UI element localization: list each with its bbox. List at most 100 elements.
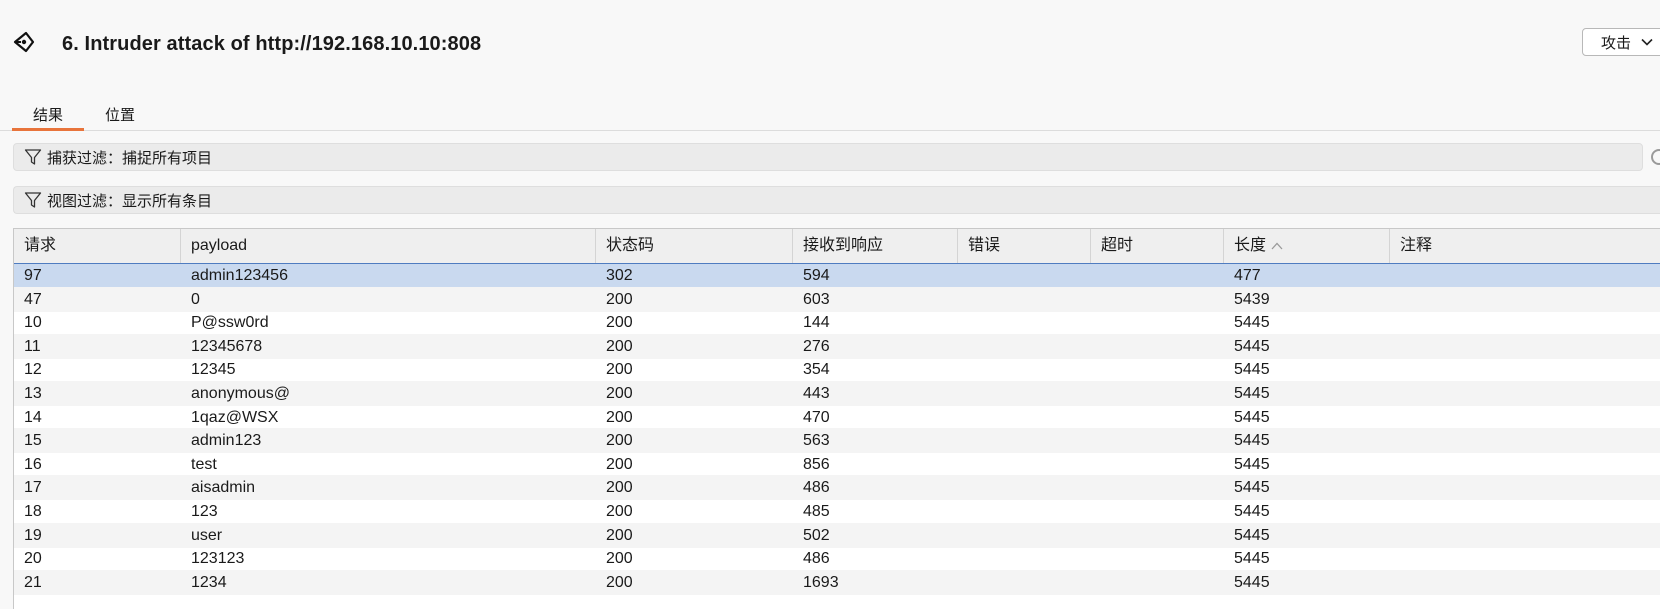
cell-response-received: 563 xyxy=(803,432,830,450)
cell-request-id: 19 xyxy=(24,526,42,544)
chevron-down-icon xyxy=(1641,38,1653,46)
table-row[interactable]: 13 anonymous@ 200 443 5445 xyxy=(14,381,1660,406)
cell-payload: 123123 xyxy=(191,550,245,568)
cell-payload: aisadmin xyxy=(191,479,256,497)
cell-request-id: 12 xyxy=(24,361,42,379)
cell-payload: 123 xyxy=(191,503,218,520)
table-row[interactable]: 18 123 200 485 5445 xyxy=(14,499,1660,524)
cell-response-received: 485 xyxy=(803,503,830,520)
cell-payload: 1234 xyxy=(191,573,227,591)
cell-payload: user xyxy=(191,526,223,544)
cell-request-id: 11 xyxy=(24,337,41,355)
cell-length: 5445 xyxy=(1234,337,1270,355)
cell-request-id: 10 xyxy=(24,314,42,332)
cell-payload: 0 xyxy=(191,290,200,308)
column-header-response-received[interactable]: 接收到响应 xyxy=(793,229,958,263)
cell-response-received: 354 xyxy=(803,361,830,379)
cell-request-id: 17 xyxy=(24,479,42,497)
cell-length: 477 xyxy=(1234,267,1261,284)
cell-request-id: 16 xyxy=(24,455,42,473)
cell-status-code: 200 xyxy=(606,290,633,308)
cell-length: 5445 xyxy=(1234,455,1270,473)
cell-response-received: 486 xyxy=(803,479,830,497)
cell-response-received: 144 xyxy=(803,314,830,332)
column-header-error[interactable]: 错误 xyxy=(958,229,1091,263)
cell-payload: admin123 xyxy=(191,432,262,450)
cell-response-received: 470 xyxy=(803,408,830,426)
cell-status-code: 200 xyxy=(606,385,633,402)
column-header-payload[interactable]: payload xyxy=(181,229,596,263)
cell-payload: 12345 xyxy=(191,361,236,379)
view-filter-bar[interactable]: 视图过滤：显示所有条目 xyxy=(13,186,1660,214)
cell-status-code: 200 xyxy=(606,408,633,426)
tab-bar: 结果 位置 xyxy=(0,96,1660,131)
column-header-length-label: 长度 xyxy=(1234,237,1267,254)
table-row[interactable]: 20 123123 200 486 5445 xyxy=(14,546,1660,571)
intruder-app-icon xyxy=(13,31,35,53)
cell-response-received: 1693 xyxy=(803,573,839,591)
cell-length: 5445 xyxy=(1234,573,1270,591)
column-header-timeout[interactable]: 超时 xyxy=(1091,229,1224,263)
table-row[interactable]: 10 P@ssw0rd 200 144 5445 xyxy=(14,310,1660,335)
tab-results[interactable]: 结果 xyxy=(12,104,84,131)
cell-request-id: 20 xyxy=(24,550,42,568)
column-header-request[interactable]: 请求 xyxy=(14,229,181,263)
cell-payload: 1qaz@WSX xyxy=(191,408,279,426)
cell-length: 5439 xyxy=(1234,290,1270,308)
table-row[interactable]: 11 12345678 200 276 5445 xyxy=(14,333,1660,359)
page-title: 6. Intruder attack of http://192.168.10.… xyxy=(62,33,482,55)
table-row[interactable]: 12 12345 200 354 5445 xyxy=(14,357,1660,382)
cell-length: 5445 xyxy=(1234,503,1270,520)
title-bar: 6. Intruder attack of http://192.168.10.… xyxy=(0,0,1660,90)
attack-menu-button[interactable]: 攻击 xyxy=(1582,28,1660,56)
table-row[interactable]: 21 1234 200 1693 5445 xyxy=(14,569,1660,595)
tab-positions[interactable]: 位置 xyxy=(100,104,140,128)
cell-length: 5445 xyxy=(1234,526,1270,544)
cell-response-received: 502 xyxy=(803,526,830,544)
cell-payload: P@ssw0rd xyxy=(191,314,269,332)
table-row[interactable]: 15 admin123 200 563 5445 xyxy=(14,428,1660,454)
cell-request-id: 18 xyxy=(24,503,42,520)
results-table: 请求 payload 状态码 接收到响应 错误 超时 长度 注释 97 admin… xyxy=(13,228,1660,609)
cell-status-code: 200 xyxy=(606,361,633,379)
table-row[interactable]: 17 aisadmin 200 486 5445 xyxy=(14,475,1660,501)
filter-funnel-icon xyxy=(24,192,42,208)
cell-response-received: 856 xyxy=(803,455,830,473)
cell-status-code: 200 xyxy=(606,479,633,497)
cell-length: 5445 xyxy=(1234,385,1270,402)
table-row[interactable]: 47 0 200 603 5439 xyxy=(14,286,1660,312)
cell-status-code: 200 xyxy=(606,432,633,450)
cell-length: 5445 xyxy=(1234,361,1270,379)
capture-filter-bar[interactable]: 捕获过滤：捕捉所有项目 xyxy=(13,143,1643,171)
cell-request-id: 47 xyxy=(24,290,42,308)
cell-status-code: 200 xyxy=(606,573,633,591)
cell-response-received: 603 xyxy=(803,290,830,308)
cell-response-received: 594 xyxy=(803,267,830,284)
table-row[interactable]: 16 test 200 856 5445 xyxy=(14,452,1660,477)
column-header-comment[interactable]: 注释 xyxy=(1390,229,1660,263)
cell-request-id: 97 xyxy=(24,267,42,284)
table-row[interactable]: 19 user 200 502 5445 xyxy=(14,522,1660,548)
cell-status-code: 302 xyxy=(606,267,633,284)
cell-payload: anonymous@ xyxy=(191,385,290,402)
column-header-length[interactable]: 长度 xyxy=(1224,229,1390,263)
cell-length: 5445 xyxy=(1234,550,1270,568)
capture-filter-settings-icon[interactable] xyxy=(1651,149,1660,165)
cell-status-code: 200 xyxy=(606,526,633,544)
capture-filter-text: 捕获过滤：捕捉所有项目 xyxy=(47,149,213,167)
cell-response-received: 486 xyxy=(803,550,830,568)
column-header-status[interactable]: 状态码 xyxy=(596,229,793,263)
cell-length: 5445 xyxy=(1234,479,1270,497)
attack-menu-label: 攻击 xyxy=(1601,34,1632,52)
table-row[interactable]: 14 1qaz@WSX 200 470 5445 xyxy=(14,405,1660,430)
cell-length: 5445 xyxy=(1234,408,1270,426)
cell-status-code: 200 xyxy=(606,550,633,568)
table-row[interactable]: 97 admin123456 302 594 477 xyxy=(14,263,1660,288)
cell-response-received: 276 xyxy=(803,337,830,355)
cell-status-code: 200 xyxy=(606,314,633,332)
sort-ascending-icon xyxy=(1271,242,1283,250)
cell-payload: test xyxy=(191,455,217,473)
view-filter-text: 视图过滤：显示所有条目 xyxy=(47,192,213,210)
cell-status-code: 200 xyxy=(606,337,633,355)
table-header: 请求 payload 状态码 接收到响应 错误 超时 长度 注释 xyxy=(14,229,1660,264)
